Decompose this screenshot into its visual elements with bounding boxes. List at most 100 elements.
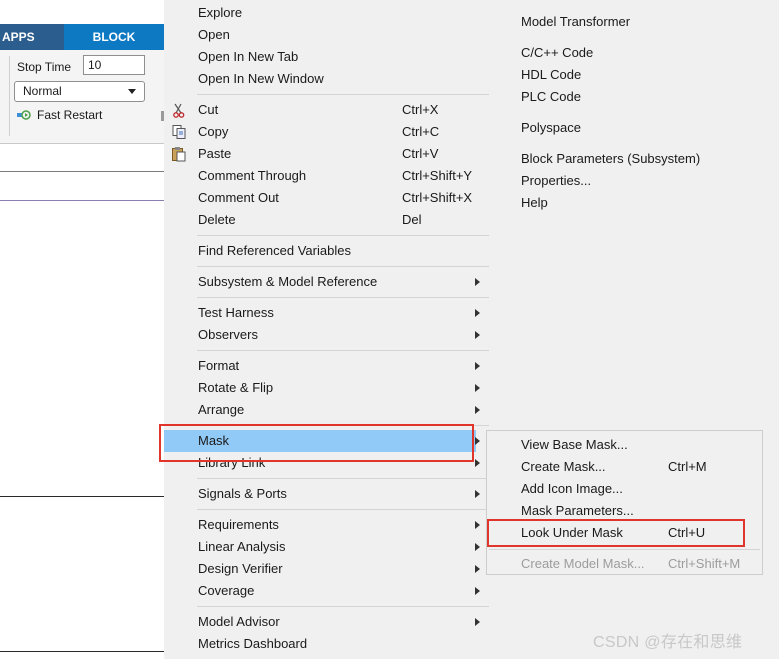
copy-icon — [172, 125, 186, 139]
submenu-arrow-icon — [475, 278, 480, 286]
menu-item-model-advisor[interactable]: Model Advisor — [198, 611, 490, 633]
watermark: CSDN @存在和思维 — [593, 634, 743, 651]
menu-item-comment-through[interactable]: Comment Through Ctrl+Shift+Y — [198, 165, 490, 187]
submenu-item-label: Create Model Mask... — [521, 556, 645, 571]
canvas-top-border — [0, 200, 164, 201]
menu-item-properties[interactable]: Properties... — [521, 170, 591, 192]
menu-item-arrange[interactable]: Arrange — [198, 399, 490, 421]
menu-item-label: Delete — [198, 212, 236, 227]
menu-separator — [197, 266, 489, 267]
menu-item-label: Signals & Ports — [198, 486, 287, 501]
menu-item-metrics-dashboard[interactable]: Metrics Dashboard — [198, 633, 490, 655]
menu-item-label: Find Referenced Variables — [198, 243, 351, 258]
simulation-mode-value: Normal — [23, 84, 62, 98]
shortcut-label: Ctrl+M — [668, 459, 707, 474]
ribbon-divider — [9, 56, 10, 136]
menu-item-label: Test Harness — [198, 305, 274, 320]
stop-time-input[interactable]: 10 — [83, 55, 145, 75]
submenu-arrow-icon — [475, 490, 480, 498]
menu-item-linear-analysis[interactable]: Linear Analysis — [198, 536, 490, 558]
submenu-item-create-model-mask: Create Model Mask... Ctrl+Shift+M — [521, 553, 740, 575]
submenu-item-add-icon-image[interactable]: Add Icon Image... — [521, 478, 623, 500]
menu-item-open-in-new-window[interactable]: Open In New Window — [198, 68, 490, 90]
menu-item-plc-code[interactable]: PLC Code — [521, 86, 581, 108]
menu-item-label: Explore — [198, 5, 243, 20]
menu-item-signals-ports[interactable]: Signals & Ports — [198, 483, 490, 505]
menu-item-label: Observers — [198, 327, 258, 342]
fast-restart-icon — [17, 110, 31, 120]
submenu-arrow-icon — [475, 437, 480, 445]
menu-item-block-parameters[interactable]: Block Parameters (Subsystem) — [521, 148, 700, 170]
submenu-arrow-icon — [475, 331, 480, 339]
menu-item-paste[interactable]: Paste Ctrl+V — [198, 143, 490, 165]
menu-item-label: Comment Through — [198, 168, 307, 183]
submenu-item-label: View Base Mask... — [521, 437, 628, 452]
shortcut-label: Del — [402, 212, 422, 227]
submenu-arrow-icon — [475, 587, 480, 595]
menu-item-open[interactable]: Open — [198, 24, 490, 46]
menu-item-test-harness[interactable]: Test Harness — [198, 302, 490, 324]
menu-item-delete[interactable]: Delete Del — [198, 209, 490, 231]
menu-separator — [489, 549, 760, 550]
mask-submenu: View Base Mask... Create Mask... Ctrl+M A… — [486, 430, 763, 575]
menu-separator — [197, 478, 489, 479]
shortcut-label: Ctrl+Shift+Y — [402, 168, 473, 183]
chevron-down-icon — [128, 89, 136, 94]
submenu-item-label: Add Icon Image... — [521, 481, 623, 496]
menu-item-format[interactable]: Format — [198, 355, 490, 377]
submenu-arrow-icon — [475, 618, 480, 626]
submenu-item-label: Mask Parameters... — [521, 503, 634, 518]
menu-item-label: Requirements — [198, 517, 279, 532]
fast-restart-button[interactable]: Fast Restart — [17, 108, 102, 122]
menu-item-find-referenced-variables[interactable]: Find Referenced Variables — [198, 240, 490, 262]
shortcut-label: Ctrl+V — [402, 146, 439, 161]
menu-separator — [197, 94, 489, 95]
fast-restart-label: Fast Restart — [37, 108, 103, 122]
submenu-arrow-icon — [475, 384, 480, 392]
menu-item-label: Metrics Dashboard — [198, 636, 308, 651]
menu-item-help[interactable]: Help — [521, 192, 548, 214]
menu-item-label: Format — [198, 358, 240, 373]
tab-apps[interactable]: APPS — [0, 24, 62, 50]
menu-separator — [197, 606, 489, 607]
menu-item-label: Model Advisor — [198, 614, 280, 629]
submenu-item-view-base-mask[interactable]: View Base Mask... — [521, 434, 628, 456]
simulation-mode-select[interactable]: Normal — [14, 81, 145, 102]
submenu-arrow-icon — [475, 309, 480, 317]
menu-separator — [197, 297, 489, 298]
menu-item-label: Comment Out — [198, 190, 279, 205]
menu-separator — [197, 350, 489, 351]
menu-item-c-cpp-code[interactable]: C/C++ Code — [521, 42, 593, 64]
menu-item-label: Paste — [198, 146, 232, 161]
canvas-line — [0, 651, 164, 652]
menu-item-explore[interactable]: Explore — [198, 2, 490, 24]
menu-item-copy[interactable]: Copy Ctrl+C — [198, 121, 490, 143]
ribbon-panel: Stop Time 10 Normal Fast Restart — [0, 50, 164, 144]
mask-annotation-box — [159, 424, 474, 462]
menu-item-model-transformer[interactable]: Model Transformer — [521, 11, 630, 33]
tab-block[interactable]: BLOCK — [64, 24, 164, 50]
menu-item-hdl-code[interactable]: HDL Code — [521, 64, 581, 86]
menu-item-label: Linear Analysis — [198, 539, 286, 554]
stop-time-label: Stop Time — [17, 60, 72, 74]
menu-item-comment-out[interactable]: Comment Out Ctrl+Shift+X — [198, 187, 490, 209]
menu-item-subsystem-model-reference[interactable]: Subsystem & Model Reference — [198, 271, 490, 293]
shortcut-label: Ctrl+X — [402, 102, 439, 117]
menu-item-observers[interactable]: Observers — [198, 324, 490, 346]
ribbon-tab-strip: APPS BLOCK — [0, 24, 164, 50]
menu-item-design-verifier[interactable]: Design Verifier — [198, 558, 490, 580]
menu-item-label: Arrange — [198, 402, 245, 417]
menu-separator — [197, 235, 489, 236]
submenu-arrow-icon — [475, 565, 480, 573]
submenu-arrow-icon — [475, 406, 480, 414]
menu-item-coverage[interactable]: Coverage — [198, 580, 490, 602]
menu-item-cut[interactable]: Cut Ctrl+X — [198, 99, 490, 121]
menu-item-open-in-new-tab[interactable]: Open In New Tab — [198, 46, 490, 68]
shortcut-label: Ctrl+Shift+M — [668, 556, 741, 571]
submenu-arrow-icon — [475, 362, 480, 370]
menu-item-label: Cut — [198, 102, 219, 117]
menu-item-rotate-flip[interactable]: Rotate & Flip — [198, 377, 490, 399]
submenu-item-create-mask[interactable]: Create Mask... Ctrl+M — [521, 456, 707, 478]
menu-item-polyspace[interactable]: Polyspace — [521, 117, 581, 139]
menu-item-requirements[interactable]: Requirements — [198, 514, 490, 536]
